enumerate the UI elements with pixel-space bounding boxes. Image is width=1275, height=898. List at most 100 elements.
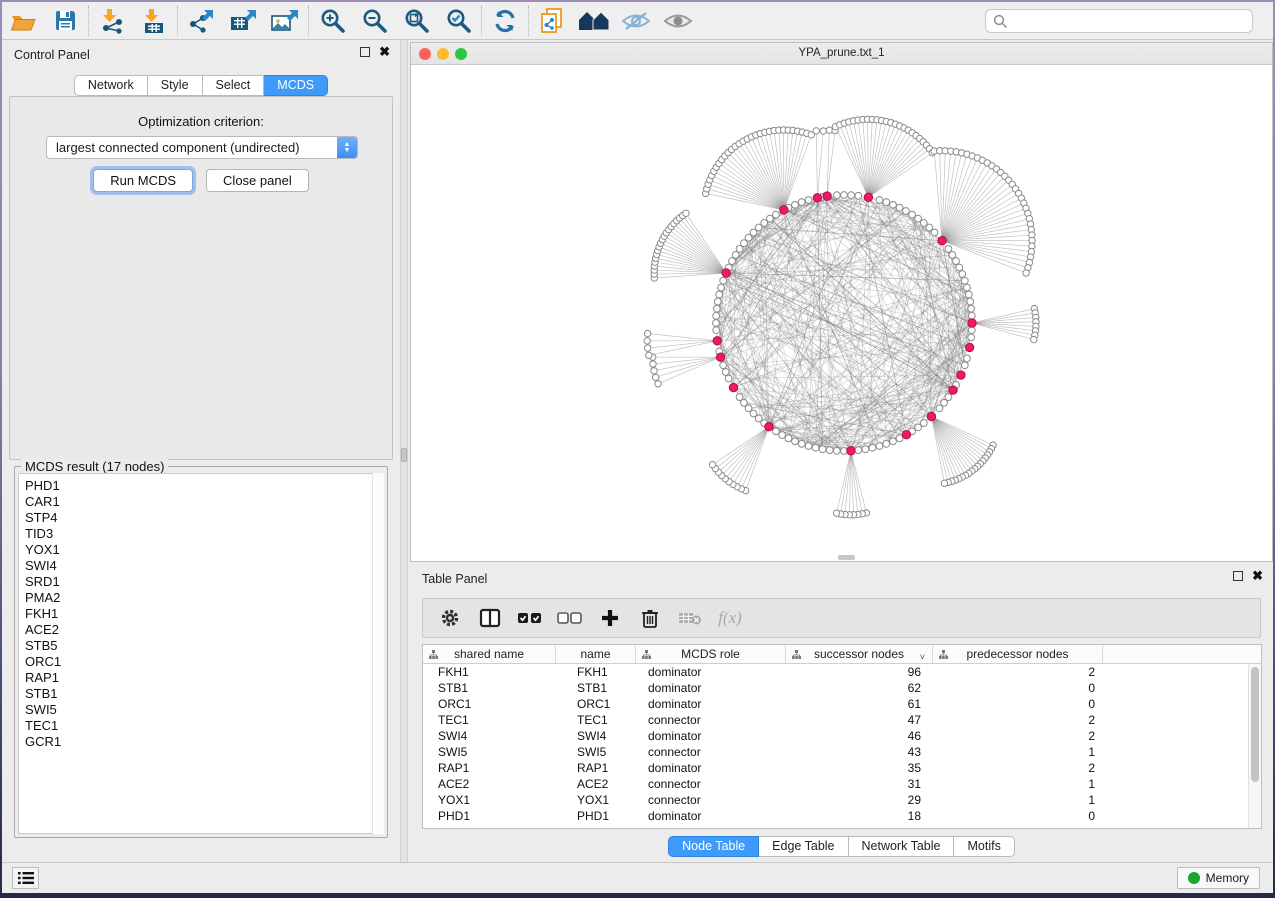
table-scroll-thumb[interactable]: [1251, 667, 1259, 782]
graph-node[interactable]: [819, 446, 826, 453]
mcds-result-item[interactable]: STB1: [25, 686, 383, 702]
mcds-result-item[interactable]: SRD1: [25, 574, 383, 590]
add-column-icon[interactable]: [597, 605, 623, 631]
mcds-result-item[interactable]: PMA2: [25, 590, 383, 606]
graph-node[interactable]: [862, 446, 869, 453]
graph-mcds-node[interactable]: [864, 193, 872, 201]
close-panel-button[interactable]: Close panel: [206, 169, 309, 192]
table-row[interactable]: YOX1YOX1connector291: [423, 792, 1261, 808]
graph-node[interactable]: [896, 204, 903, 211]
export-network-icon[interactable]: [180, 4, 222, 38]
panel-divider[interactable]: [400, 40, 408, 862]
graph-node[interactable]: [968, 327, 975, 334]
network-canvas[interactable]: [411, 65, 1272, 561]
graph-node[interactable]: [772, 211, 779, 218]
graph-node[interactable]: [644, 345, 650, 351]
column-header-shared-name[interactable]: shared name: [423, 645, 556, 663]
column-header-successor-nodes[interactable]: successor nodes ˅: [786, 645, 933, 663]
column-header-predecessor-nodes[interactable]: predecessor nodes: [933, 645, 1103, 663]
show-columns-icon[interactable]: [477, 605, 503, 631]
graph-node[interactable]: [714, 298, 721, 305]
graph-node[interactable]: [876, 443, 883, 450]
graph-node[interactable]: [650, 361, 656, 367]
mcds-result-item[interactable]: TEC1: [25, 718, 383, 734]
tab-network-table[interactable]: Network Table: [849, 836, 955, 857]
graph-node[interactable]: [956, 264, 963, 271]
graph-node[interactable]: [729, 258, 736, 265]
close-table-panel-icon[interactable]: ✖: [1252, 571, 1263, 581]
graph-node[interactable]: [722, 369, 729, 376]
table-row[interactable]: FKH1FKH1dominator962: [423, 664, 1261, 680]
graph-node[interactable]: [964, 355, 971, 362]
divider-scroll-thumb[interactable]: [401, 448, 407, 462]
graph-node[interactable]: [909, 211, 916, 218]
column-header-name[interactable]: name: [556, 645, 636, 663]
graph-node[interactable]: [713, 305, 720, 312]
memory-button[interactable]: Memory: [1177, 867, 1260, 889]
task-history-button[interactable]: [12, 867, 39, 889]
graph-mcds-node[interactable]: [847, 447, 855, 455]
mcds-result-item[interactable]: GCR1: [25, 734, 383, 750]
mcds-result-scrollbar[interactable]: [372, 473, 384, 834]
graph-node[interactable]: [1031, 336, 1037, 342]
mcds-result-item[interactable]: PHD1: [25, 478, 383, 494]
network-scroll-thumb[interactable]: [838, 555, 855, 560]
graph-mcds-node[interactable]: [713, 337, 721, 345]
mcds-result-item[interactable]: SWI4: [25, 558, 383, 574]
sort-chevron-icon[interactable]: ˅: [920, 648, 925, 663]
graph-node[interactable]: [653, 374, 659, 380]
graph-mcds-node[interactable]: [765, 422, 773, 430]
tab-select[interactable]: Select: [203, 75, 265, 96]
column-header-mcds-role[interactable]: MCDS role: [636, 645, 786, 663]
import-network-icon[interactable]: [91, 4, 133, 38]
graph-node[interactable]: [826, 447, 833, 454]
graph-node[interactable]: [644, 338, 650, 344]
graph-node[interactable]: [959, 271, 966, 278]
run-mcds-button[interactable]: Run MCDS: [93, 169, 193, 192]
mcds-result-item[interactable]: RAP1: [25, 670, 383, 686]
graph-node[interactable]: [792, 438, 799, 445]
graph-mcds-node[interactable]: [927, 412, 935, 420]
graph-node[interactable]: [720, 362, 727, 369]
graph-node[interactable]: [820, 128, 826, 134]
export-table-icon[interactable]: [222, 4, 264, 38]
graph-node[interactable]: [720, 277, 727, 284]
tab-style[interactable]: Style: [148, 75, 203, 96]
search-input[interactable]: [1008, 11, 1252, 31]
tab-network[interactable]: Network: [74, 75, 148, 96]
graph-node[interactable]: [961, 362, 968, 369]
graph-mcds-node[interactable]: [902, 431, 910, 439]
show-all-icon[interactable]: [657, 4, 699, 38]
mcds-result-item[interactable]: CAR1: [25, 494, 383, 510]
graph-node[interactable]: [655, 381, 661, 387]
graph-node[interactable]: [961, 277, 968, 284]
refresh-view-icon[interactable]: [484, 4, 526, 38]
graph-mcds-node[interactable]: [965, 343, 973, 351]
graph-node[interactable]: [805, 443, 812, 450]
graph-mcds-node[interactable]: [823, 192, 831, 200]
criterion-dropdown[interactable]: largest connected component (undirected)…: [46, 136, 358, 159]
table-row[interactable]: RAP1RAP1dominator352: [423, 760, 1261, 776]
graph-mcds-node[interactable]: [780, 206, 788, 214]
deselect-all-rows-icon[interactable]: [557, 605, 583, 631]
graph-node[interactable]: [936, 405, 943, 412]
delete-columns-icon[interactable]: [637, 605, 663, 631]
float-table-panel-icon[interactable]: [1233, 571, 1243, 581]
graph-mcds-node[interactable]: [938, 237, 946, 245]
mcds-result-list[interactable]: PHD1CAR1STP4TID3YOX1SWI4SRD1PMA2FKH1ACE2…: [18, 473, 384, 834]
graph-node[interactable]: [931, 229, 938, 236]
graph-node[interactable]: [833, 192, 840, 199]
graph-node[interactable]: [876, 197, 883, 204]
graph-node[interactable]: [883, 199, 890, 206]
graph-node[interactable]: [949, 251, 956, 258]
graph-node[interactable]: [848, 192, 855, 199]
graph-node[interactable]: [941, 480, 947, 486]
mcds-result-item[interactable]: ORC1: [25, 654, 383, 670]
graph-mcds-node[interactable]: [729, 383, 737, 391]
graph-node[interactable]: [890, 201, 897, 208]
graph-node[interactable]: [732, 251, 739, 258]
mcds-result-item[interactable]: STB5: [25, 638, 383, 654]
graph-node[interactable]: [798, 440, 805, 447]
graph-node[interactable]: [646, 352, 652, 358]
graph-mcds-node[interactable]: [968, 319, 976, 327]
